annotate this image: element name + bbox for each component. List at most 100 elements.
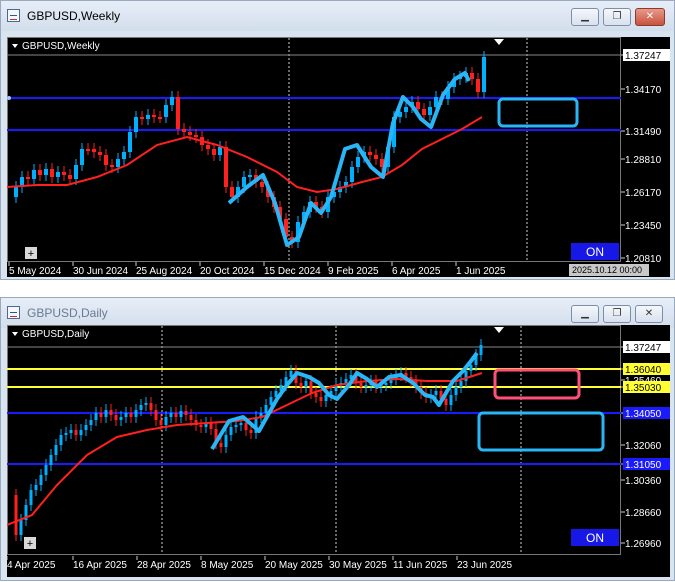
date-tick-label: 20 May 2025 [265,560,323,571]
candle-body [304,381,308,387]
candle-body [212,149,216,155]
candle-body [182,129,186,132]
candle-body [68,175,72,179]
candle-body [86,149,90,151]
weekly-on-badge[interactable]: ON [586,245,604,259]
price-tick-label: 1.35030 [625,383,662,394]
candle-body [74,430,78,435]
candle-body [49,455,53,465]
candle-body [154,410,158,420]
close-button[interactable]: ✕ [635,8,665,26]
minimize-button[interactable]: ▁ [571,8,599,26]
candle-body [179,411,183,417]
daily-pink-box [493,368,581,400]
candle-body [158,117,162,119]
candle-body [176,97,180,129]
candle-body [242,177,246,187]
price-tick-label: 1.28810 [625,155,662,166]
candle-body [248,175,252,177]
candle-body [144,403,148,405]
candle-body [444,399,448,405]
date-tick-label: 30 Jun 2024 [73,266,128,277]
weekly-chart-area[interactable]: GBPUSD,Weekly 1.37247 1.34170 1.31490 1.288… [7,37,670,277]
date-tick-label: 20 Oct 2024 [200,266,255,277]
date-tick-label: 16 Apr 2025 [73,560,127,571]
candle-body [139,405,143,410]
candle-body [224,435,228,447]
candle-body [39,475,43,485]
candle-body [98,152,102,155]
candle-body [54,445,58,455]
daily-titlebar[interactable]: GBPUSD,Daily ▁ ❐ ✕ [1,298,674,328]
candle-body [56,172,60,177]
candle-body [230,187,234,197]
weekly-crosshair-date: 2025.10.12 00:00 [572,265,642,275]
price-tick-label: 1.30360 [625,476,662,487]
candle-body [140,117,144,119]
candle-body [476,79,480,92]
daily-zigzag-annotation [210,351,479,451]
candle-body [14,495,18,535]
price-tick-label: 1.20810 [625,254,662,265]
price-tick-label: 1.26960 [625,539,662,550]
date-tick-label: 23 Jun 2025 [457,560,512,571]
candle-body [189,415,193,420]
candle-body [32,170,36,179]
price-tick-label: 1.37247 [625,343,662,354]
candle-body [299,383,303,387]
candle-body [122,152,126,159]
candle-body [74,165,78,179]
candle-body [169,413,173,417]
candle-body [116,159,120,167]
candle-body [319,397,323,401]
daily-window-title: GBPUSD,Daily [27,306,108,320]
candle-body [134,410,138,417]
candle-body [104,155,108,165]
plus-icon: + [27,538,33,550]
weekly-titlebar[interactable]: GBPUSD,Weekly ▁ ❐ ✕ [1,1,674,31]
candle-body [454,387,458,395]
restore-button[interactable]: ❐ [603,8,631,26]
date-tick-label: 1 Jun 2025 [456,266,506,277]
close-button[interactable]: ✕ [635,305,663,323]
candle-body [309,381,313,393]
candle-body [164,417,168,425]
date-tick-label: 6 Apr 2025 [392,266,441,277]
date-tick-label: 8 May 2025 [201,560,254,571]
candle-body [260,182,264,187]
candle-body [384,383,388,385]
minimize-button[interactable]: ▁ [571,305,599,323]
candle-body [459,381,463,387]
candle-body [314,393,318,397]
candle-body [344,379,348,383]
candle-body [229,427,233,435]
candle-body [234,425,238,427]
candle-body [184,411,188,415]
daily-on-badge[interactable]: ON [586,531,604,545]
candle-body [170,97,174,105]
price-tick-label: 1.31050 [625,460,662,471]
candle-body [64,433,68,435]
candle-body [224,147,228,187]
candle-body [324,395,328,401]
price-tick-label: 1.36040 [625,365,662,376]
candle-body [174,413,178,417]
candle-body [469,365,473,371]
date-tick-label: 11 Jun 2025 [393,560,448,571]
candle-body [50,169,54,177]
candle-body [34,485,38,490]
price-tick-label: 1.37247 [625,51,662,62]
candle-body [110,165,114,167]
candle-body [38,170,42,175]
candle-body [368,152,372,155]
daily-target-box [477,411,605,452]
candle-body [188,132,192,135]
candle-body [59,435,63,445]
daily-moving-average [7,372,483,526]
restore-button[interactable]: ❐ [603,305,631,323]
chart-window-icon [7,9,20,22]
candle-body [209,423,213,429]
daily-chart-area[interactable]: GBPUSD,Daily 1.372471.360401.354601.3503… [7,325,670,577]
price-tick-label: 1.32060 [625,441,662,452]
candle-body [89,420,93,425]
